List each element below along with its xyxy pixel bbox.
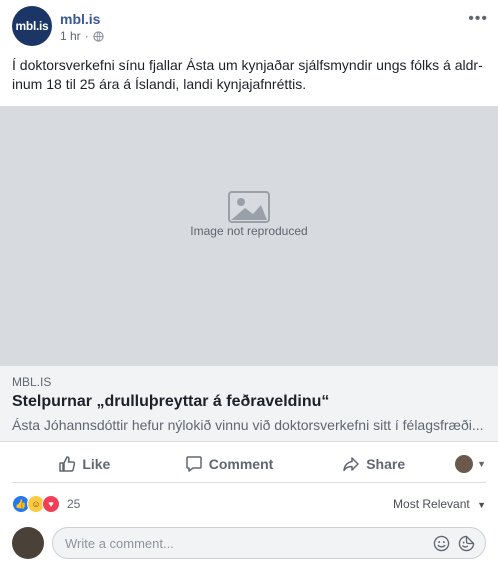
user-avatar[interactable] xyxy=(12,527,44,559)
like-button[interactable]: Like xyxy=(12,455,157,473)
link-title[interactable]: Stelpurnar „drulluþreyttar á feðraveldin… xyxy=(12,391,486,413)
like-label: Like xyxy=(82,456,111,472)
share-label: Share xyxy=(366,456,406,472)
sticker-icon[interactable] xyxy=(458,535,475,552)
reaction-count[interactable]: 25 xyxy=(67,497,80,511)
page-logo-text: mbl.is xyxy=(15,19,49,33)
reactions-bar: 👍 ☺ ♥ 25 Most Relevant ▼ xyxy=(12,492,486,516)
share-button[interactable]: Share xyxy=(301,455,446,473)
comment-label: Comment xyxy=(208,456,274,472)
share-icon xyxy=(343,457,359,472)
globe-icon[interactable] xyxy=(93,28,104,44)
link-preview-card[interactable]: MBL.IS Stelpurnar „drulluþreyttar á feðr… xyxy=(0,366,498,442)
post-header: mbl.is mbl.is 1 hr · ••• xyxy=(0,0,498,52)
page-name-link[interactable]: mbl.is xyxy=(60,10,104,28)
meta-separator: · xyxy=(84,29,89,43)
like-icon xyxy=(59,456,76,472)
chevron-down-icon: ▼ xyxy=(477,500,486,510)
link-domain: MBL.IS xyxy=(12,375,52,389)
post-author-block: mbl.is 1 hr · xyxy=(60,10,104,44)
reaction-icons[interactable]: 👍 ☺ ♥ xyxy=(12,495,60,513)
post-text: Í doktorsverkefni sínu fjallar Ásta um k… xyxy=(12,57,483,92)
comment-composer xyxy=(12,526,486,560)
comment-icon xyxy=(185,456,202,472)
post-timestamp[interactable]: 1 hr xyxy=(60,28,81,44)
comment-button[interactable]: Comment xyxy=(157,455,302,473)
love-reaction-icon: ♥ xyxy=(42,495,60,513)
post-meta: 1 hr · xyxy=(60,28,104,44)
link-description: Ásta Jóhannsdóttir hefur nýlokið vinnu v… xyxy=(12,417,484,433)
comment-box[interactable] xyxy=(52,527,486,559)
comment-input[interactable] xyxy=(63,534,425,552)
chevron-down-icon: ▼ xyxy=(477,459,487,469)
user-mini-avatar xyxy=(455,455,474,473)
more-icon[interactable]: ••• xyxy=(468,10,488,28)
post-as-selector[interactable]: ▼ xyxy=(446,455,486,473)
photo-notice: Image not reproduced xyxy=(190,224,308,238)
post-action-bar: Like Comment Share ▼ xyxy=(12,446,486,483)
emoji-icon[interactable] xyxy=(433,535,450,552)
page-avatar[interactable]: mbl.is xyxy=(12,6,52,46)
comment-sort-dropdown[interactable]: Most Relevant ▼ xyxy=(393,497,486,511)
post-photo-placeholder[interactable]: Image not reproduced xyxy=(0,106,498,366)
sort-label: Most Relevant xyxy=(393,497,470,511)
news-feed-post: mbl.is mbl.is 1 hr · ••• Í doktorsverkef… xyxy=(0,0,498,565)
